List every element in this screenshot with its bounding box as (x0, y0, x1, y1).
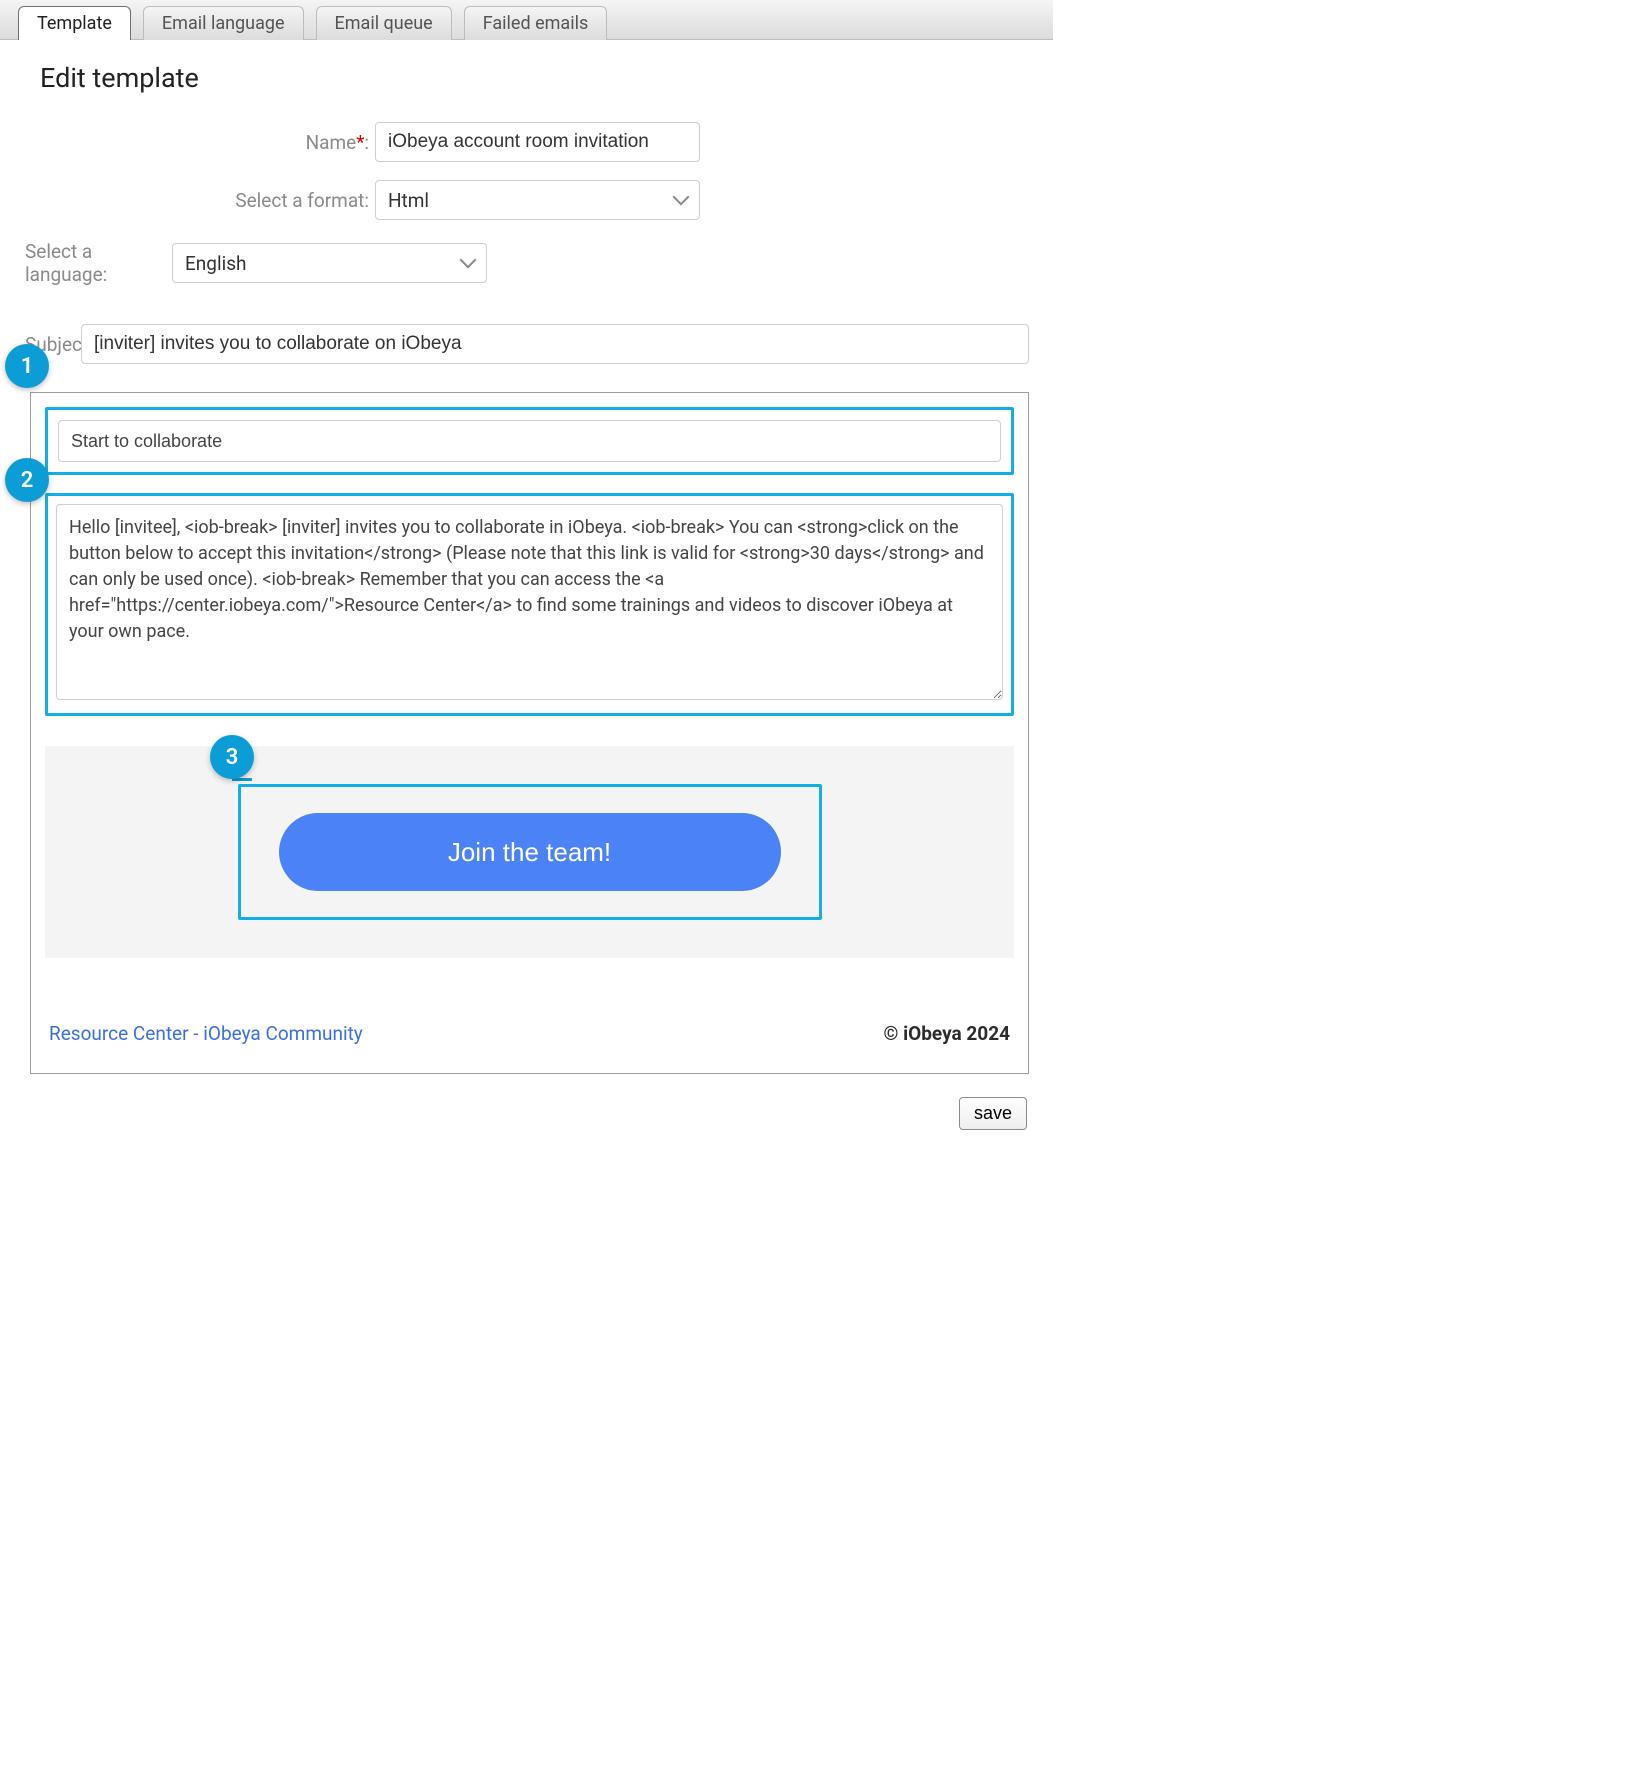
name-label: Name*: (40, 131, 375, 154)
annotation-badge-3: 3 (210, 735, 254, 779)
community-link[interactable]: iObeya Community (203, 1022, 363, 1045)
save-button[interactable]: save (959, 1097, 1027, 1130)
body-highlight-box (45, 493, 1014, 716)
tab-template[interactable]: Template (18, 6, 131, 40)
format-label: Select a format: (40, 189, 375, 212)
chevron-down-icon (675, 189, 687, 212)
name-label-text: Name (306, 131, 357, 154)
email-body-textarea[interactable] (56, 504, 1003, 700)
resource-center-link[interactable]: Resource Center (49, 1022, 189, 1045)
tab-email-language[interactable]: Email language (143, 6, 304, 40)
editor-frame: Join the team! Resource Center - iObeya … (30, 392, 1029, 1074)
language-value: English (185, 252, 246, 275)
join-button[interactable]: Join the team! (279, 813, 781, 891)
page-root: 1 2 3 Template Email language Email queu… (0, 0, 1053, 1140)
content-area: Edit template Name*: Select a format: Ht… (0, 40, 1053, 1074)
field-row-language: Select a language: English (40, 240, 1029, 286)
tab-failed-emails[interactable]: Failed emails (464, 6, 608, 40)
format-value: Html (388, 189, 429, 212)
cta-highlight-box: Join the team! (238, 784, 822, 920)
language-label: Select a language: (25, 240, 172, 286)
name-input[interactable] (375, 122, 700, 162)
name-colon: : (364, 131, 369, 154)
footer-separator: - (189, 1022, 204, 1045)
title-highlight-box (45, 407, 1014, 475)
format-select[interactable]: Html (375, 180, 700, 220)
field-row-subject: Subject: (40, 324, 1029, 364)
cta-panel: Join the team! (45, 746, 1014, 958)
tab-email-queue[interactable]: Email queue (316, 6, 452, 40)
field-row-format: Select a format: Html (40, 180, 1029, 220)
annotation-badge-1: 1 (5, 344, 49, 388)
field-row-name: Name*: (40, 122, 1029, 162)
copyright-text: © iObeya 2024 (883, 1022, 1010, 1045)
footer-links: Resource Center - iObeya Community (49, 1022, 363, 1045)
language-select[interactable]: English (172, 243, 487, 283)
tab-bar: Template Email language Email queue Fail… (0, 0, 1053, 40)
subject-input[interactable] (81, 324, 1029, 364)
annotation-badge-2: 2 (5, 458, 49, 502)
chevron-down-icon (462, 252, 474, 275)
email-title-input[interactable] (58, 420, 1001, 462)
save-area: save (959, 1097, 1027, 1130)
page-title: Edit template (40, 62, 1029, 94)
editor-footer: Resource Center - iObeya Community © iOb… (49, 1022, 1010, 1045)
